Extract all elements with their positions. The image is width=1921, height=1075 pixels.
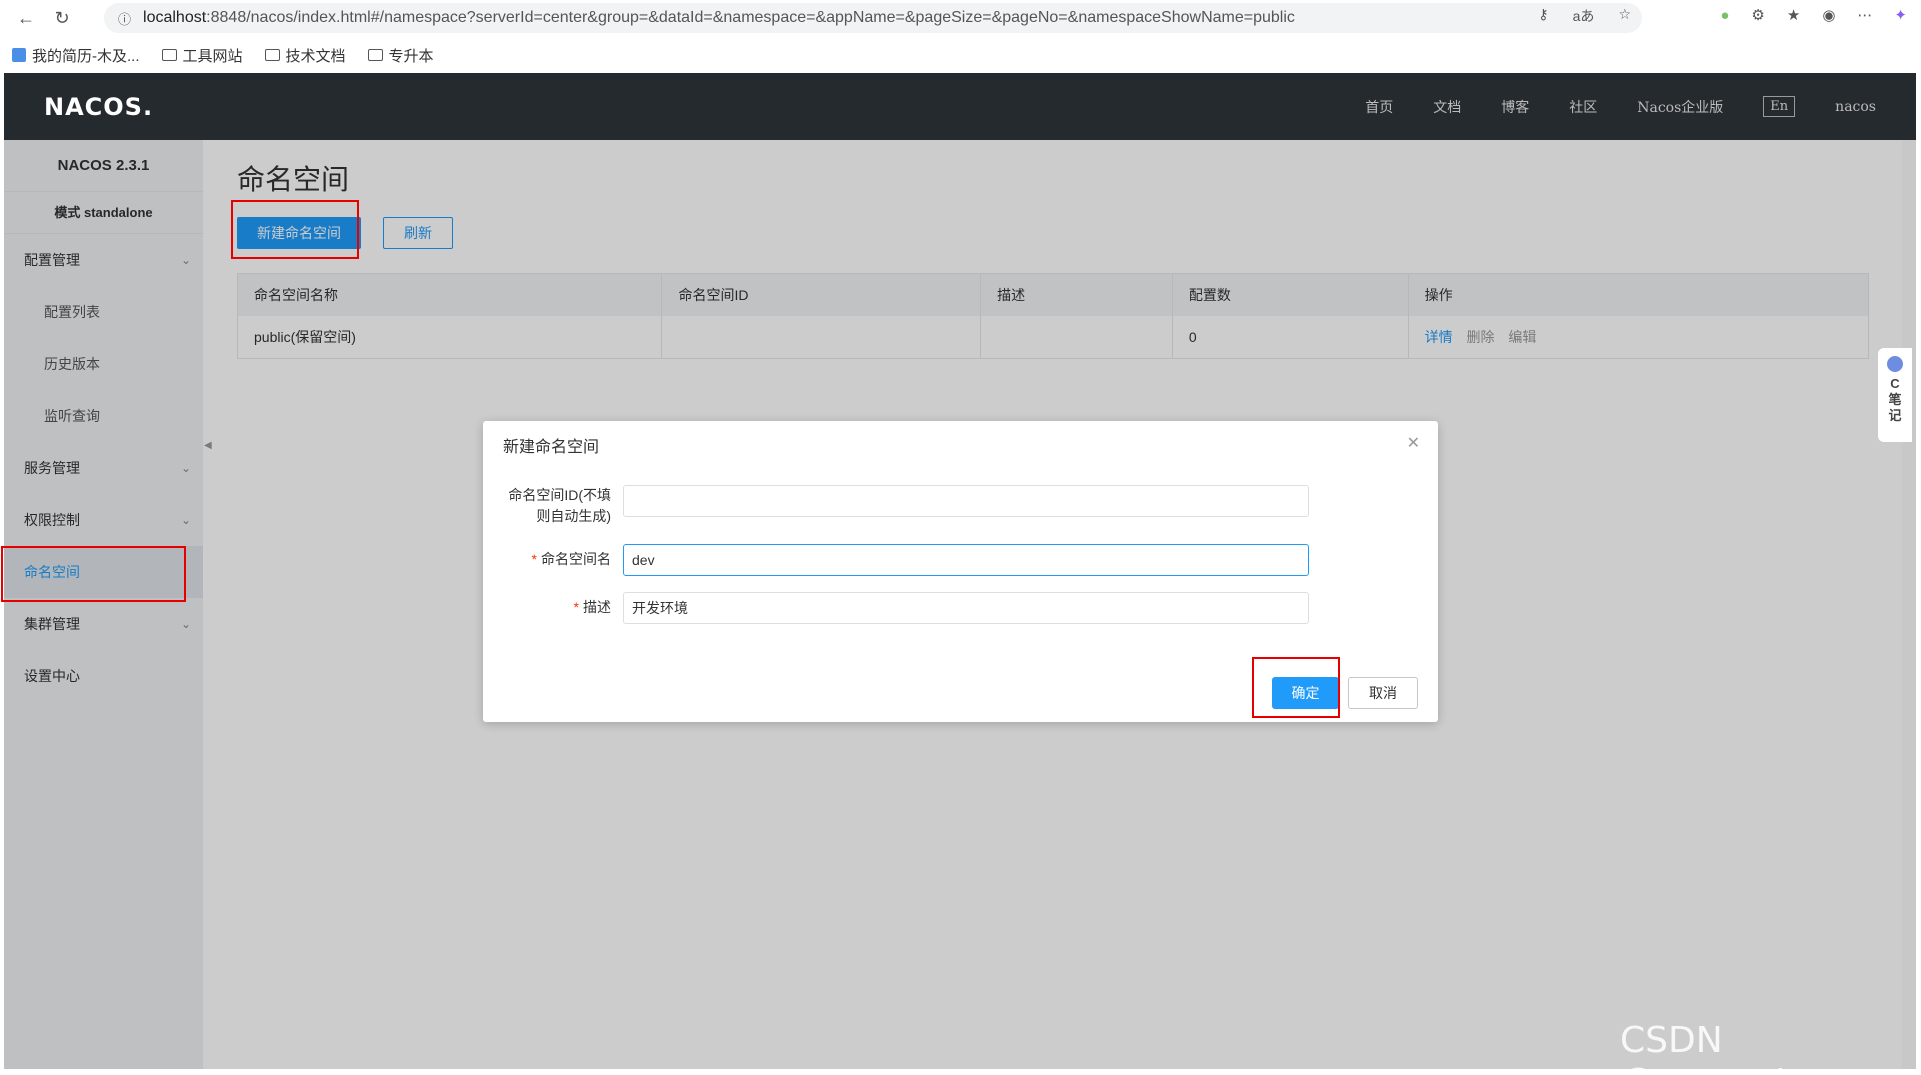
- browser-extensions: ● ⚙ ★ ◉ ⋯ ✦: [1720, 6, 1907, 25]
- notes-widget-label: 笔: [1888, 392, 1902, 407]
- bookmark-label: 工具网站: [182, 47, 243, 65]
- label-text: 描述: [583, 599, 611, 615]
- bookmark-zsb[interactable]: 专升本: [367, 45, 434, 66]
- confirm-button[interactable]: 确定: [1272, 677, 1339, 709]
- bookmark-icon: [12, 48, 26, 62]
- profile-icon[interactable]: ◉: [1822, 6, 1835, 24]
- star-icon[interactable]: ☆: [1618, 6, 1631, 26]
- nav-blog[interactable]: 博客: [1501, 97, 1529, 117]
- more-icon[interactable]: ⋯: [1857, 6, 1872, 24]
- nav-community[interactable]: 社区: [1569, 97, 1597, 117]
- browser-toolbar: ← ↻ ⓘ localhost:8848/nacos/index.html#/n…: [0, 0, 1921, 36]
- nacos-logo[interactable]: NACOS.: [44, 93, 153, 121]
- address-bar-actions: ⚷ aあ ☆: [1538, 6, 1631, 26]
- reload-icon[interactable]: ↻: [48, 4, 76, 32]
- folder-icon: [367, 49, 383, 61]
- top-header: NACOS. 首页 文档 博客 社区 Nacos企业版 En nacos: [4, 73, 1916, 140]
- bookmark-tools[interactable]: 工具网站: [161, 45, 243, 66]
- bookmark-docs[interactable]: 技术文档: [264, 45, 346, 66]
- bookmark-label: 技术文档: [285, 47, 346, 65]
- nav-home[interactable]: 首页: [1365, 97, 1393, 117]
- close-icon[interactable]: ✕: [1407, 433, 1420, 453]
- dialog-title: 新建命名空间: [503, 439, 600, 456]
- translate-icon[interactable]: aあ: [1573, 6, 1595, 26]
- label-text: 命名空间名: [541, 551, 611, 567]
- notes-widget-label: C: [1890, 376, 1900, 391]
- namespace-id-label: 命名空间ID(不填 则自动生成): [483, 485, 611, 527]
- bookmarks-bar: 我的简历-木及... 工具网站 技术文档 专升本: [0, 40, 1921, 70]
- namespace-id-input[interactable]: [623, 485, 1309, 517]
- description-input[interactable]: [623, 592, 1309, 624]
- folder-icon: [264, 49, 280, 61]
- notes-widget[interactable]: C 笔 记: [1878, 348, 1912, 442]
- info-icon[interactable]: ⓘ: [118, 9, 131, 28]
- namespace-name-label: * 命名空间名: [531, 551, 611, 567]
- key-icon[interactable]: ⚷: [1538, 6, 1548, 26]
- namespace-name-input[interactable]: [623, 544, 1309, 576]
- cancel-button[interactable]: 取消: [1348, 677, 1418, 709]
- folder-icon: [161, 49, 177, 61]
- nav-enterprise[interactable]: Nacos企业版: [1637, 97, 1723, 117]
- copilot-icon[interactable]: ✦: [1894, 6, 1907, 24]
- description-label: * 描述: [573, 599, 611, 615]
- user-name[interactable]: nacos: [1835, 99, 1876, 115]
- bookmark-label: 专升本: [388, 47, 434, 65]
- favorites-icon[interactable]: ★: [1787, 6, 1800, 24]
- puzzle-icon[interactable]: ⚙: [1751, 6, 1764, 24]
- notes-widget-label: 记: [1888, 408, 1902, 423]
- bookmark-label: 我的简历-木及...: [32, 47, 140, 65]
- back-icon[interactable]: ←: [12, 4, 40, 32]
- watermark: CSDN @azoon.top: [1620, 1020, 1834, 1075]
- label-line: 则自动生成): [536, 508, 611, 524]
- new-namespace-dialog: 新建命名空间 ✕ 命名空间ID(不填 则自动生成) *命名空间名 *描述 确定 …: [483, 421, 1438, 722]
- language-switch[interactable]: En: [1763, 96, 1796, 117]
- label-line: 命名空间ID(不填: [508, 487, 611, 503]
- nav-docs[interactable]: 文档: [1433, 97, 1461, 117]
- address-bar[interactable]: ⓘ localhost:8848/nacos/index.html#/names…: [104, 3, 1642, 33]
- url-host: localhost: [143, 9, 207, 26]
- bookmark-resume[interactable]: 我的简历-木及...: [12, 45, 140, 66]
- notes-icon: [1887, 356, 1903, 372]
- url-path: :8848/nacos/index.html#/namespace?server…: [206, 9, 1295, 26]
- extension-green-icon[interactable]: ●: [1720, 7, 1729, 24]
- top-nav: 首页 文档 博客 社区 Nacos企业版 En nacos: [1365, 73, 1876, 140]
